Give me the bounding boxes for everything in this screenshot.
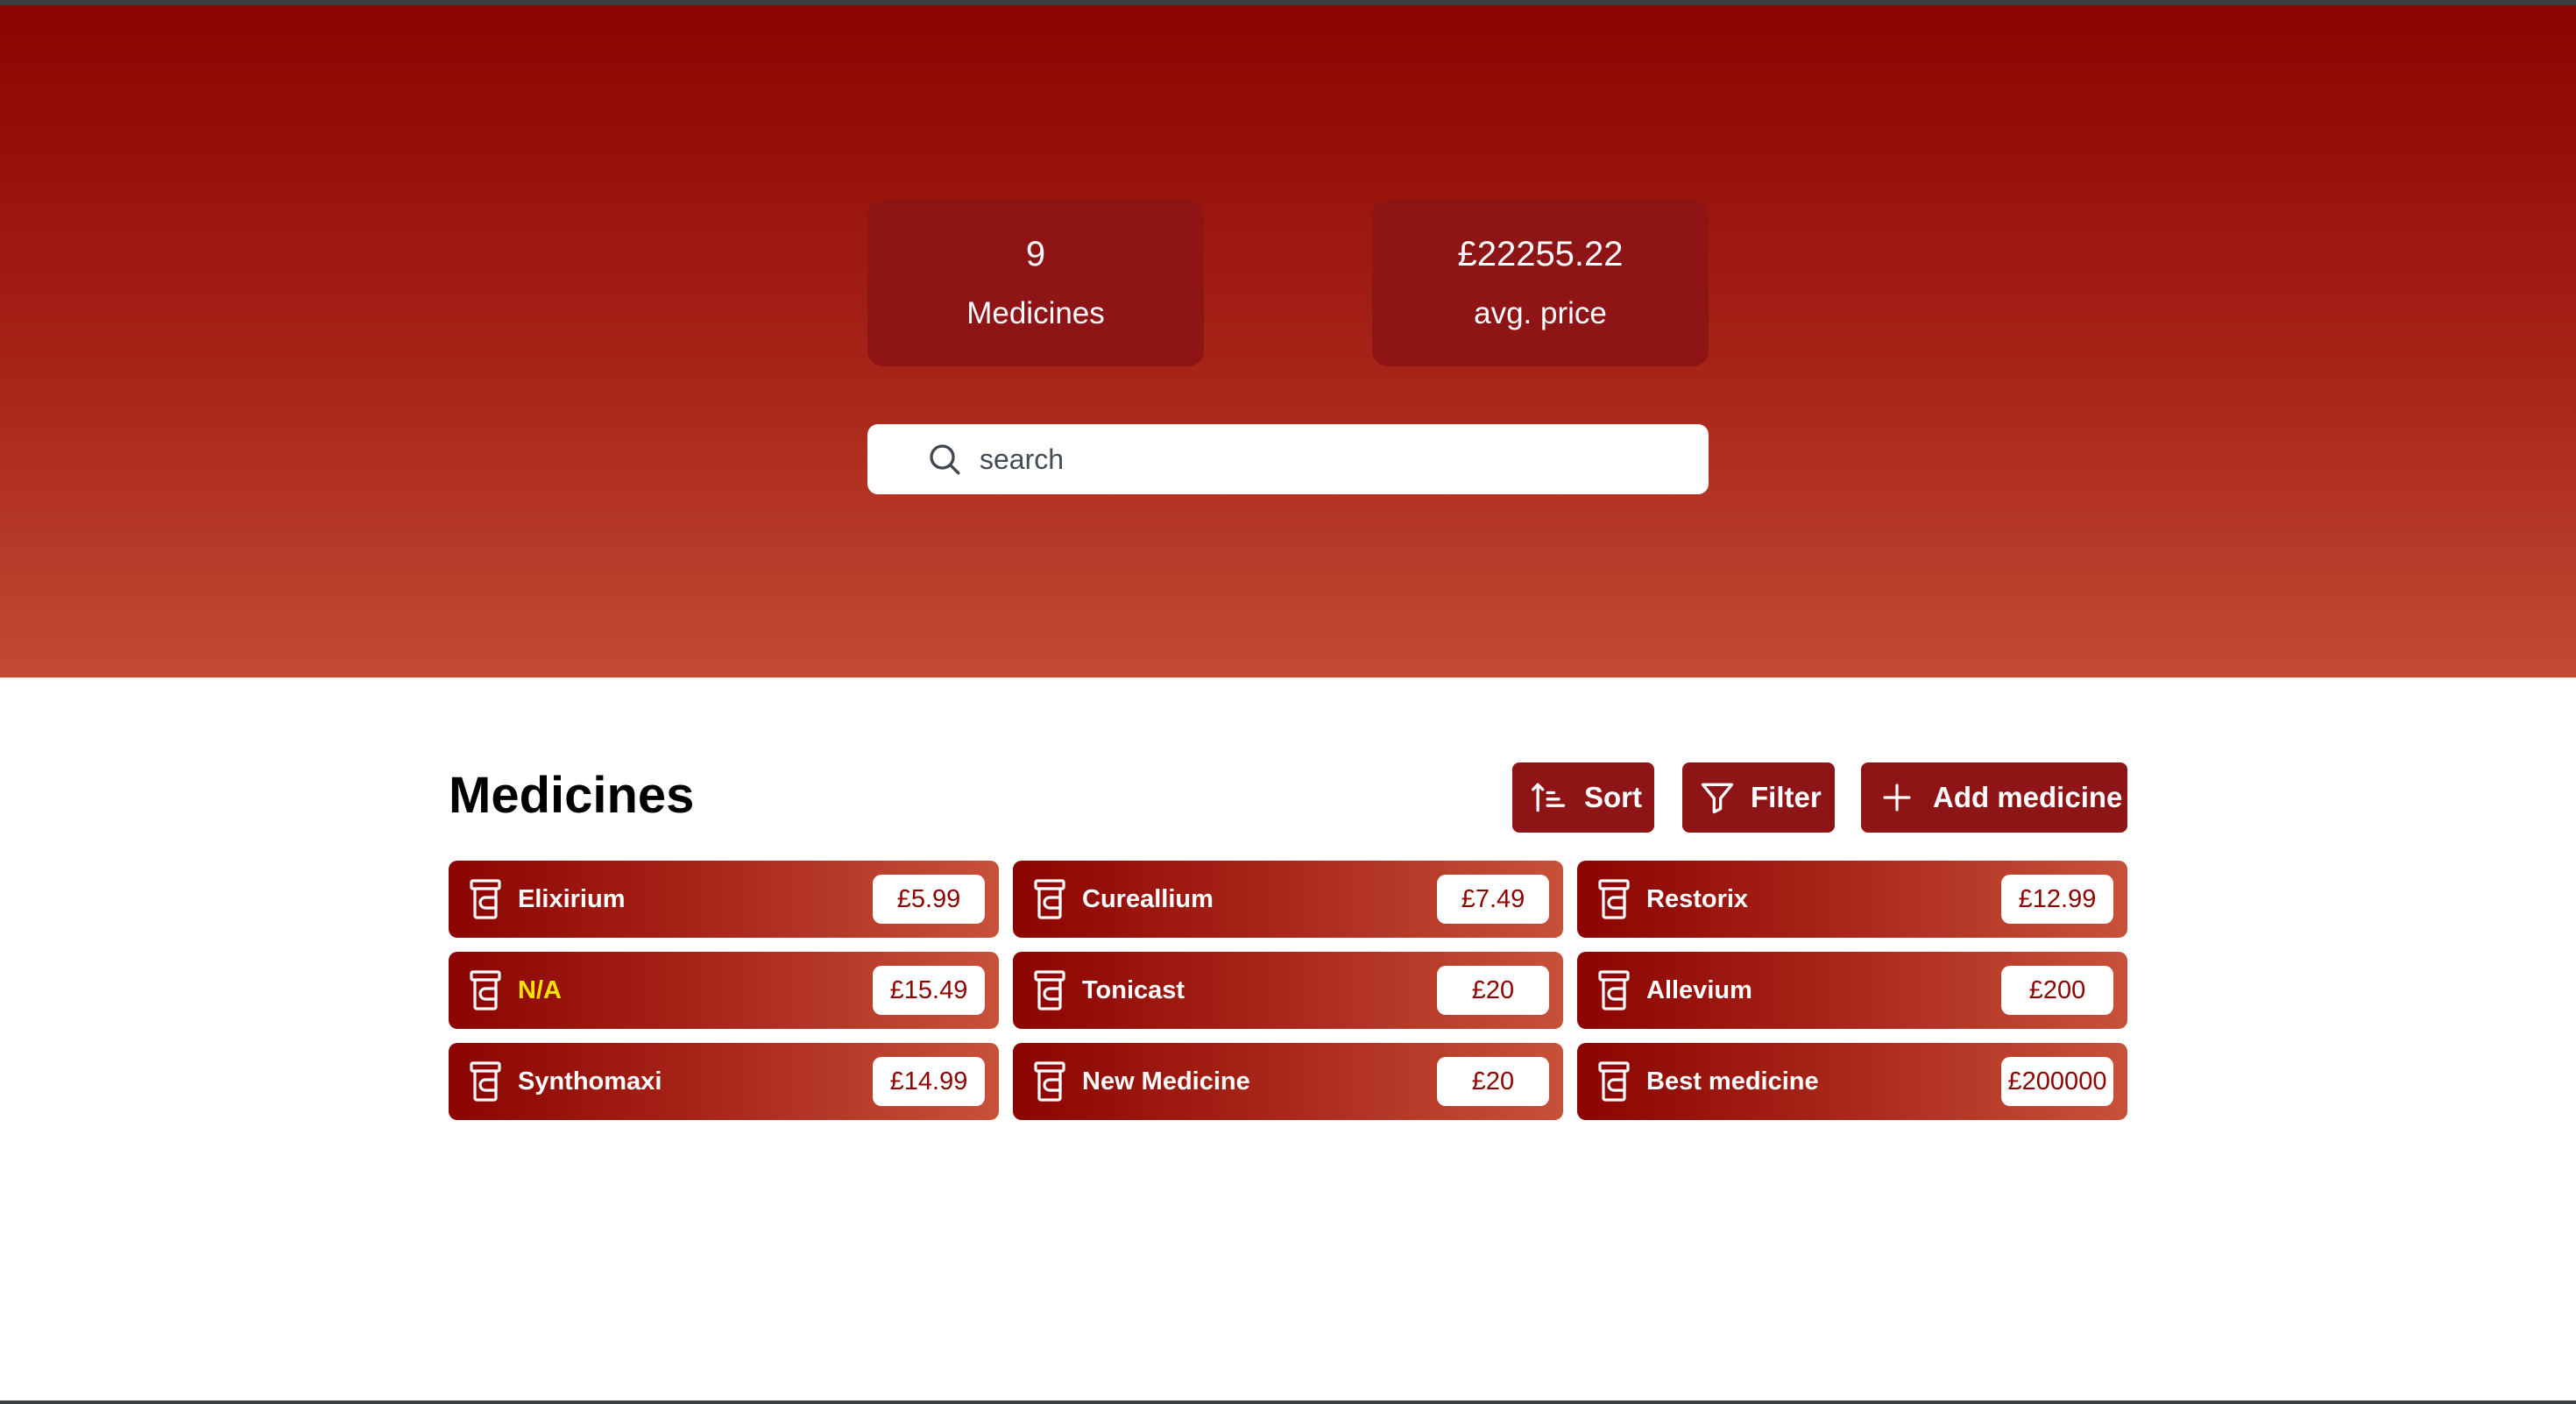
search-bar[interactable] <box>867 424 1709 494</box>
average-price-value: £22255.22 <box>1457 235 1624 273</box>
medicine-name: Cureallium <box>1082 885 1214 913</box>
medicine-price-badge: £20 <box>1437 966 1549 1015</box>
pill-bottle-icon <box>1032 878 1067 925</box>
pill-bottle-icon <box>468 969 503 1016</box>
sort-button-label: Sort <box>1584 781 1642 813</box>
add-medicine-button-label: Add medicine <box>1933 781 2123 813</box>
medicine-count-card: 9 Medicines <box>867 200 1204 366</box>
medicine-name: Restorix <box>1646 885 1749 913</box>
medicine-price-badge: £200 <box>2001 966 2113 1015</box>
medicine-count-label: Medicines <box>966 296 1105 330</box>
sort-button[interactable]: Sort <box>1512 762 1654 833</box>
medicine-name: Elixirium <box>518 885 626 913</box>
search-input[interactable] <box>978 433 1696 486</box>
medicine-price-badge: £5.99 <box>873 875 985 924</box>
filter-button[interactable]: Filter <box>1682 762 1835 833</box>
hero-banner: 9 Medicines £22255.22 avg. price <box>0 5 2576 677</box>
average-price-card: £22255.22 avg. price <box>1372 200 1709 366</box>
window-bottom-border <box>0 1400 2576 1404</box>
medicine-price-badge: £7.49 <box>1437 875 1549 924</box>
pill-bottle-icon <box>468 1060 503 1107</box>
average-price-label: avg. price <box>1474 296 1607 330</box>
sort-ascending-icon <box>1530 778 1568 817</box>
filter-icon <box>1698 778 1737 817</box>
search-icon <box>897 442 962 477</box>
pill-bottle-icon <box>1596 878 1631 925</box>
medicine-name: Tonicast <box>1082 976 1185 1004</box>
medicine-price-badge: £14.99 <box>873 1057 985 1106</box>
medicine-card[interactable]: N/A £15.49 <box>449 952 999 1029</box>
medicine-name: Synthomaxi <box>518 1067 662 1096</box>
medicine-card[interactable]: Elixirium £5.99 <box>449 861 999 938</box>
medicine-name: N/A <box>518 976 562 1004</box>
plus-icon <box>1879 779 1915 816</box>
medicine-card[interactable]: Best medicine £200000 <box>1577 1043 2127 1120</box>
medicine-card[interactable]: Cureallium £7.49 <box>1013 861 1563 938</box>
medicine-price-badge: £200000 <box>2001 1057 2113 1106</box>
page-title: Medicines <box>449 767 695 824</box>
pill-bottle-icon <box>1032 1060 1067 1107</box>
medicine-name: Allevium <box>1646 976 1752 1004</box>
medicine-card[interactable]: Tonicast £20 <box>1013 952 1563 1029</box>
medicine-card[interactable]: New Medicine £20 <box>1013 1043 1563 1120</box>
medicine-card[interactable]: Restorix £12.99 <box>1577 861 2127 938</box>
medicine-price-badge: £20 <box>1437 1057 1549 1106</box>
pill-bottle-icon <box>1596 1060 1631 1107</box>
pill-bottle-icon <box>1032 969 1067 1016</box>
medicine-card[interactable]: Synthomaxi £14.99 <box>449 1043 999 1120</box>
medicine-count-value: 9 <box>1025 235 1046 273</box>
add-medicine-button[interactable]: Add medicine <box>1861 762 2127 833</box>
medicine-name: New Medicine <box>1082 1067 1250 1096</box>
filter-button-label: Filter <box>1751 781 1822 813</box>
medicine-price-badge: £15.49 <box>873 966 985 1015</box>
medicine-price-badge: £12.99 <box>2001 875 2113 924</box>
medicine-name: Best medicine <box>1646 1067 1819 1096</box>
pill-bottle-icon <box>1596 969 1631 1016</box>
pill-bottle-icon <box>468 878 503 925</box>
medicine-card[interactable]: Allevium £200 <box>1577 952 2127 1029</box>
